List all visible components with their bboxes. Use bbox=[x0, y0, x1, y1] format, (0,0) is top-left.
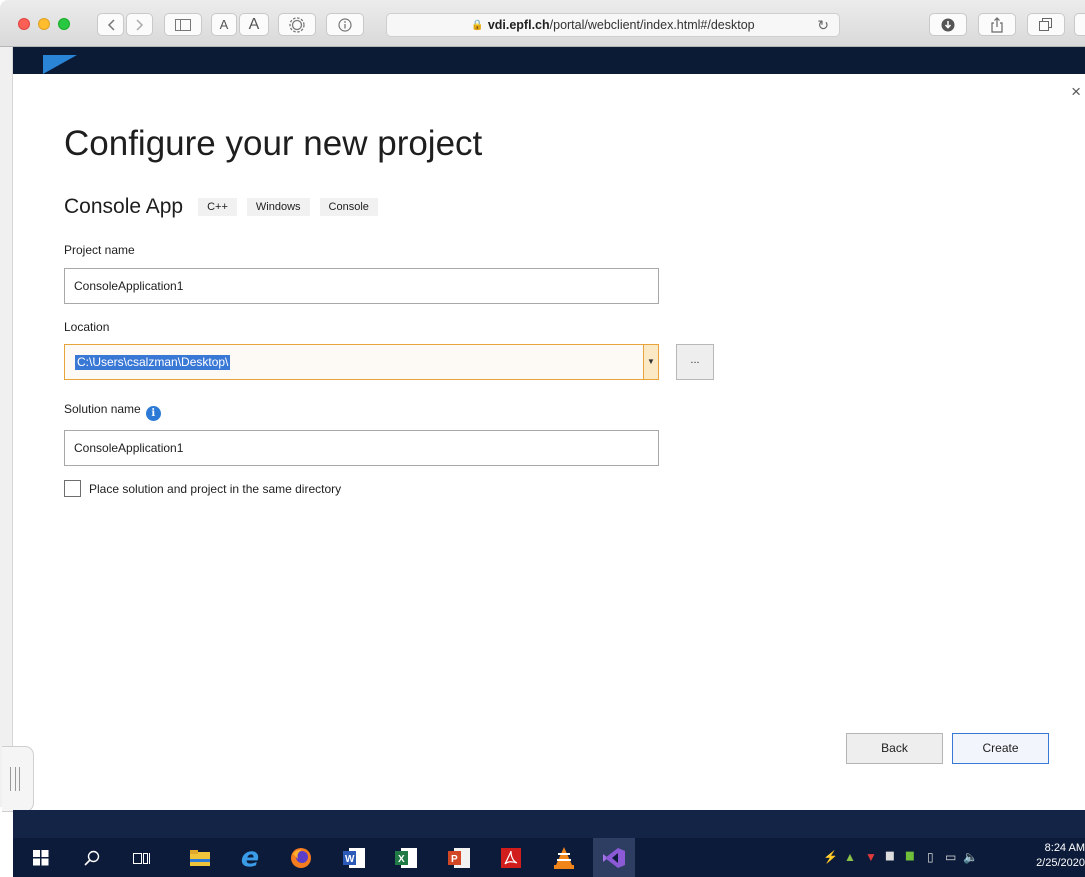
tag-type: Console bbox=[319, 198, 378, 216]
system-clock[interactable]: 8:24 AM 2/25/2020 bbox=[1036, 841, 1085, 871]
sidebar-icon bbox=[175, 18, 191, 31]
share-icon bbox=[991, 16, 1003, 33]
project-name-input[interactable]: ConsoleApplication1 bbox=[64, 268, 659, 304]
remote-desktop-background bbox=[13, 47, 1085, 74]
svg-text:W: W bbox=[345, 854, 355, 865]
grip-icon bbox=[10, 767, 20, 791]
windows-start-icon[interactable] bbox=[29, 846, 53, 870]
side-drawer-handle[interactable] bbox=[2, 746, 34, 812]
firefox-icon[interactable] bbox=[289, 846, 313, 870]
chevron-left-icon bbox=[107, 18, 115, 31]
solution-name-label-row: Solution name i bbox=[64, 402, 161, 421]
template-summary: Console App C++ Windows Console bbox=[64, 195, 388, 219]
info-circle-icon bbox=[338, 17, 352, 32]
page-left-edge bbox=[0, 47, 13, 807]
reload-icon[interactable]: ↻ bbox=[817, 17, 829, 34]
usb-tray-icon[interactable]: ▯ bbox=[927, 850, 934, 864]
clock-time: 8:24 AM bbox=[1044, 842, 1085, 854]
page-title: Configure your new project bbox=[64, 124, 483, 163]
tabs-overview-button[interactable] bbox=[1027, 13, 1065, 36]
configure-project-dialog: × Configure your new project Console App… bbox=[13, 74, 1085, 810]
excel-icon[interactable]: X bbox=[394, 846, 418, 870]
gear-icon bbox=[289, 16, 305, 33]
back-button[interactable]: Back bbox=[846, 733, 943, 764]
project-name-label: Project name bbox=[64, 243, 135, 257]
zoom-window-button[interactable] bbox=[58, 18, 70, 30]
info-button[interactable] bbox=[326, 13, 364, 36]
internet-explorer-icon[interactable]: e bbox=[238, 844, 262, 871]
visual-studio-icon[interactable] bbox=[602, 846, 626, 870]
download-icon bbox=[941, 18, 955, 31]
task-view-icon[interactable] bbox=[130, 846, 154, 870]
solution-name-input[interactable]: ConsoleApplication1 bbox=[64, 430, 659, 466]
minimize-window-button[interactable] bbox=[38, 18, 50, 30]
volume-icon[interactable]: 🔈 bbox=[963, 850, 978, 864]
close-icon[interactable]: × bbox=[1071, 82, 1081, 102]
svg-text:P: P bbox=[451, 854, 458, 865]
search-icon[interactable] bbox=[80, 846, 104, 870]
file-explorer-icon[interactable] bbox=[188, 846, 212, 870]
browse-location-button[interactable]: ... bbox=[676, 344, 714, 380]
solution-name-label: Solution name bbox=[64, 402, 141, 416]
desktop-wallpaper-strip bbox=[13, 810, 1085, 838]
new-tab-button[interactable] bbox=[1074, 13, 1085, 36]
text-smaller-button[interactable]: A bbox=[211, 13, 237, 36]
tabs-icon bbox=[1039, 17, 1052, 31]
mcafee-tray-icon[interactable]: ▼ bbox=[865, 850, 877, 864]
nvidia-tray-icon[interactable]: ▆ bbox=[906, 850, 914, 861]
vlc-icon[interactable] bbox=[552, 846, 576, 870]
text-larger-button[interactable]: A bbox=[239, 13, 269, 36]
location-combobox[interactable]: C:\Users\csalzman\Desktop\ ▼ bbox=[64, 344, 659, 380]
same-directory-label[interactable]: Place solution and project in the same d… bbox=[89, 482, 341, 496]
acrobat-icon[interactable] bbox=[499, 846, 523, 870]
clock-date: 2/25/2020 bbox=[1036, 857, 1085, 869]
close-window-button[interactable] bbox=[18, 18, 30, 30]
lock-icon: 🔒 bbox=[471, 19, 484, 31]
url-path: /portal/webclient/index.html#/desktop bbox=[549, 18, 755, 32]
downloads-button[interactable] bbox=[929, 13, 967, 36]
vs-logo-fragment bbox=[43, 55, 77, 74]
tag-language: C++ bbox=[198, 198, 237, 216]
address-bar[interactable]: 🔒 vdi.epfl.ch/portal/webclient/index.htm… bbox=[386, 13, 840, 37]
url-host: vdi.epfl.ch bbox=[487, 18, 550, 32]
sidebar-toggle-button[interactable] bbox=[164, 13, 202, 36]
browser-toolbar: A A 🔒 vdi.epfl.ch/portal/webclient/index… bbox=[0, 0, 1085, 47]
create-button[interactable]: Create bbox=[952, 733, 1049, 764]
chevron-right-icon bbox=[135, 18, 143, 31]
location-label: Location bbox=[64, 320, 110, 334]
info-icon[interactable]: i bbox=[145, 406, 161, 421]
back-nav-button[interactable] bbox=[97, 13, 124, 36]
display-tray-icon[interactable]: ▭ bbox=[945, 850, 956, 864]
settings-button[interactable] bbox=[278, 13, 316, 36]
vmware-tray-icon[interactable]: ▆ bbox=[886, 850, 894, 861]
tag-platform: Windows bbox=[246, 198, 310, 216]
template-name: Console App bbox=[64, 195, 184, 218]
app-tray-icon[interactable]: ▲ bbox=[844, 850, 856, 864]
powerpoint-icon[interactable]: P bbox=[447, 846, 471, 870]
svg-text:X: X bbox=[398, 854, 405, 865]
same-directory-checkbox[interactable] bbox=[64, 480, 81, 497]
forward-nav-button[interactable] bbox=[126, 13, 153, 36]
share-button[interactable] bbox=[978, 13, 1016, 36]
same-directory-option[interactable]: Place solution and project in the same d… bbox=[64, 480, 341, 497]
network-tray-icon[interactable]: ⚡ bbox=[823, 850, 838, 864]
dropdown-arrow-icon[interactable]: ▼ bbox=[643, 344, 659, 380]
word-icon[interactable]: W bbox=[342, 846, 366, 870]
location-input-selected-text[interactable]: C:\Users\csalzman\Desktop\ bbox=[75, 355, 231, 370]
windows-taskbar: e W X P ⚡ ▲ ▼ ▆ ▆ ▯ ▭ 🔈 8:24 AM 2/25/202… bbox=[13, 838, 1085, 877]
